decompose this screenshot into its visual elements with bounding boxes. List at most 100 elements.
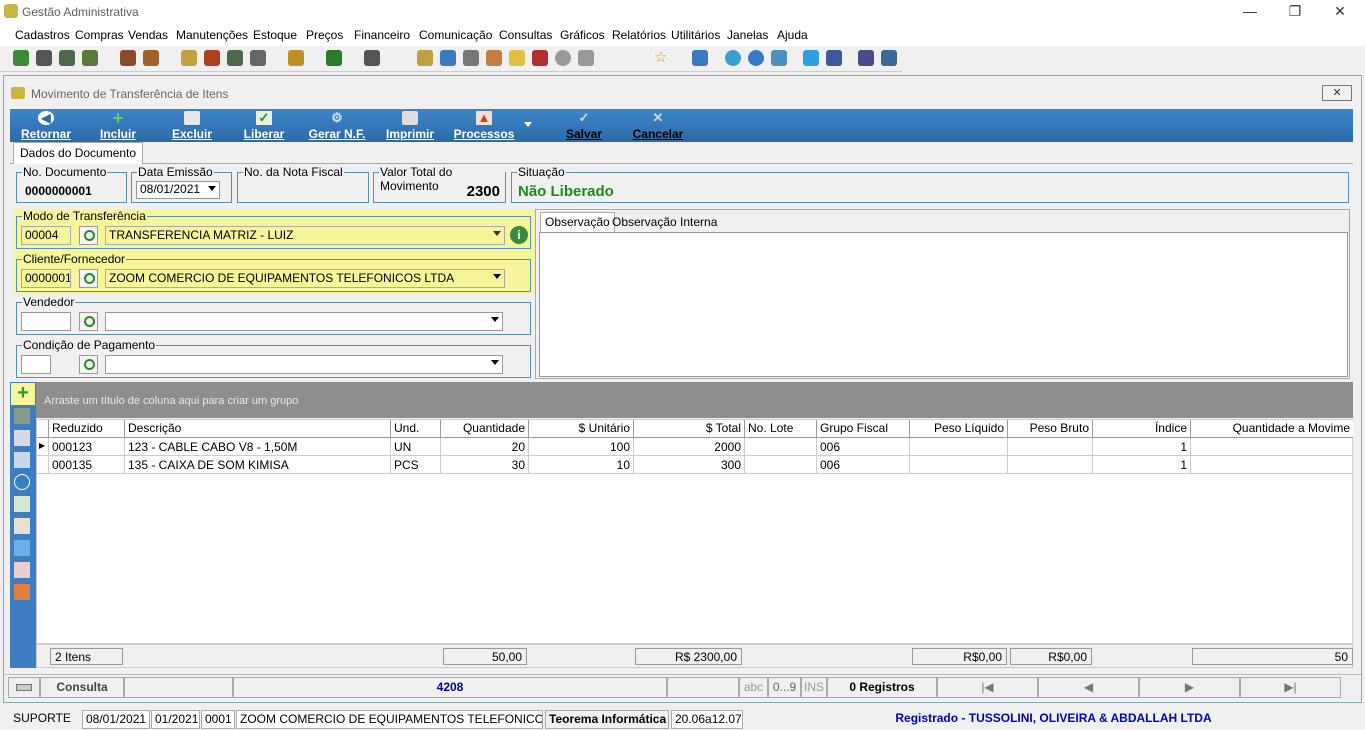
add-item-icon[interactable]: + <box>11 383 35 405</box>
menu-financeiro[interactable]: Financeiro <box>354 28 410 42</box>
book-icon[interactable] <box>181 50 197 66</box>
box-icon[interactable] <box>143 50 159 66</box>
condicao-select[interactable] <box>105 355 503 374</box>
email-icon[interactable] <box>725 50 741 66</box>
gerar-nf-button[interactable]: ⚙ Gerar N.F. <box>304 109 370 142</box>
table-row-cell[interactable]: 2000 <box>634 438 745 456</box>
monitor-icon[interactable] <box>858 50 874 66</box>
table-row-cell[interactable]: 123 - CABLE CABO V8 - 1,50M <box>125 438 391 456</box>
menu-cadastros[interactable]: Cadastros <box>15 28 70 42</box>
table-row-cell[interactable] <box>745 438 817 456</box>
menu-manutencoes[interactable]: Manutenções <box>176 28 248 42</box>
list-icon[interactable] <box>14 540 30 556</box>
row-indicator-header[interactable] <box>37 420 49 438</box>
menu-comunicacao[interactable]: Comunicação <box>419 28 492 42</box>
data-emissao-field[interactable]: 08/01/2021 <box>136 181 220 199</box>
col-grupo-fiscal[interactable]: Grupo Fiscal <box>817 420 910 438</box>
globe-icon[interactable] <box>13 50 29 66</box>
people-icon[interactable] <box>36 50 52 66</box>
col-total[interactable]: $ Total <box>634 420 745 438</box>
cliente-code-input[interactable]: 0000001 <box>21 269 71 288</box>
menu-janelas[interactable]: Janelas <box>727 28 768 42</box>
anchor-icon[interactable] <box>692 50 708 66</box>
star-icon[interactable]: ☆ <box>654 50 670 66</box>
table-row-cell[interactable]: UN <box>391 438 441 456</box>
table-row-cell[interactable] <box>1191 438 1353 456</box>
table-row-cell[interactable]: 30 <box>441 456 529 474</box>
table-icon[interactable] <box>14 584 30 600</box>
col-peso-bruto[interactable]: Peso Bruto <box>1008 420 1093 438</box>
table-row-cell[interactable]: PCS <box>391 456 441 474</box>
vendedor-search-icon[interactable] <box>79 312 98 331</box>
user-add-icon[interactable] <box>578 50 594 66</box>
maximize-button[interactable]: ❐ <box>1272 0 1318 24</box>
twitter-icon[interactable] <box>803 50 819 66</box>
cliente-search-icon[interactable] <box>79 269 98 288</box>
facebook-icon[interactable] <box>826 50 842 66</box>
bug-icon[interactable] <box>326 50 342 66</box>
retornar-button[interactable]: ◀ Retornar <box>14 109 78 142</box>
menu-ajuda[interactable]: Ajuda <box>777 28 808 42</box>
excluir-button[interactable]: Excluir <box>164 109 220 142</box>
tree-icon[interactable] <box>82 50 98 66</box>
chevron-down-icon[interactable] <box>493 274 501 279</box>
truck-icon[interactable] <box>250 50 266 66</box>
col-descricao[interactable]: Descrição <box>125 420 391 438</box>
vendedor-code-input[interactable] <box>21 312 71 331</box>
table-row-cell[interactable] <box>1191 456 1353 474</box>
col-reduzido[interactable]: Reduzido <box>49 420 125 438</box>
cancelar-button[interactable]: ✕ Cancelar <box>628 109 688 142</box>
tab-observacao[interactable]: Observação <box>540 212 615 232</box>
printer-icon[interactable] <box>532 50 548 66</box>
menu-utilitarios[interactable]: Utilitários <box>671 28 720 42</box>
table-row-cell[interactable]: 000123 <box>49 438 125 456</box>
menu-estoque[interactable]: Estoque <box>253 28 297 42</box>
table-row-cell[interactable]: 10 <box>529 456 634 474</box>
face-icon[interactable] <box>555 50 571 66</box>
info-icon[interactable]: i <box>510 226 528 244</box>
book-open-icon[interactable] <box>14 518 30 534</box>
menu-vendas[interactable]: Vendas <box>128 28 168 42</box>
cliente-select[interactable]: ZOOM COMERCIO DE EQUIPAMENTOS TELEFONICO… <box>105 269 505 288</box>
table-row-cell[interactable]: 1 <box>1093 438 1191 456</box>
modo-code-input[interactable]: 00004 <box>21 226 71 245</box>
table-row-cell[interactable]: 006 <box>817 438 910 456</box>
table-row-cell[interactable]: 1 <box>1093 456 1191 474</box>
nav-next-button[interactable]: ▶ <box>1139 677 1240 698</box>
col-und[interactable]: Und. <box>391 420 441 438</box>
picture-icon[interactable] <box>14 452 30 468</box>
table-row-cell[interactable]: 300 <box>634 456 745 474</box>
incluir-button[interactable]: + Incluir <box>90 109 146 142</box>
condicao-code-input[interactable] <box>21 355 51 374</box>
close-button[interactable]: ✕ <box>1317 0 1363 24</box>
table-row-cell[interactable] <box>1008 438 1093 456</box>
calculator-icon[interactable] <box>120 50 136 66</box>
boxes-icon[interactable] <box>486 50 502 66</box>
window-icon[interactable] <box>440 50 456 66</box>
condicao-search-icon[interactable] <box>79 355 98 374</box>
table-row-cell[interactable]: 000135 <box>49 456 125 474</box>
nav-prev-button[interactable]: ◀ <box>1038 677 1139 698</box>
table-row-cell[interactable]: 006 <box>817 456 910 474</box>
table-row-cell[interactable] <box>1008 456 1093 474</box>
exit-icon[interactable] <box>881 50 897 66</box>
modo-search-icon[interactable] <box>79 226 98 245</box>
chart-icon[interactable] <box>364 50 380 66</box>
camera-icon[interactable] <box>204 50 220 66</box>
document-icon[interactable] <box>14 496 30 512</box>
menu-relatorios[interactable]: Relatórios <box>612 28 666 42</box>
chevron-down-icon[interactable] <box>491 360 499 365</box>
minimize-button[interactable]: — <box>1227 0 1273 24</box>
col-quantidade[interactable]: Quantidade <box>441 420 529 438</box>
calendar-icon[interactable] <box>417 50 433 66</box>
processos-dropdown-icon[interactable] <box>524 122 532 127</box>
processos-button[interactable]: ▲ Processos <box>450 109 518 142</box>
col-indice[interactable]: Índice <box>1093 420 1191 438</box>
table-row-cell[interactable]: 135 - CAIXA DE SOM KIMISA <box>125 456 391 474</box>
info-item-icon[interactable] <box>14 474 30 490</box>
menu-graficos[interactable]: Gráficos <box>560 28 605 42</box>
observacao-textarea[interactable] <box>539 232 1348 377</box>
table-row-cell[interactable] <box>910 456 1008 474</box>
tab-observacao-interna[interactable]: Observação Interna <box>610 213 719 232</box>
tab-dados-documento[interactable]: Dados do Documento <box>13 142 144 164</box>
